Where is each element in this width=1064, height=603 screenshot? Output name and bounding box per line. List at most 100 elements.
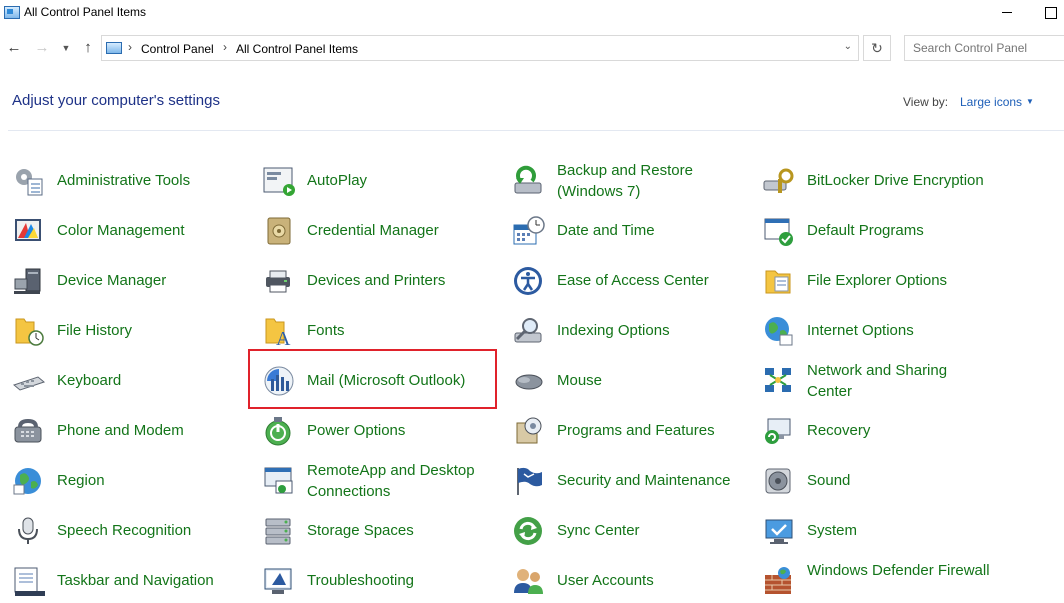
item-label[interactable]: Administrative Tools bbox=[57, 170, 190, 191]
mouse-icon bbox=[515, 374, 543, 390]
item-administrative-tools[interactable]: Administrative Tools bbox=[0, 155, 245, 205]
item-system[interactable]: System bbox=[750, 505, 995, 555]
view-by-value[interactable]: Large icons bbox=[960, 95, 1022, 109]
item-user-accounts[interactable]: User Accounts bbox=[500, 555, 745, 603]
item-security-maintenance[interactable]: Security and Maintenance bbox=[500, 455, 745, 505]
title-bar: All Control Panel Items bbox=[0, 0, 1064, 26]
item-label[interactable]: Troubleshooting bbox=[307, 570, 414, 591]
search-input[interactable] bbox=[904, 35, 1064, 61]
item-label[interactable]: Default Programs bbox=[807, 220, 924, 241]
item-speech-recognition[interactable]: Speech Recognition bbox=[0, 505, 245, 555]
item-label[interactable]: BitLocker Drive Encryption bbox=[807, 170, 984, 191]
breadcrumb-control-panel[interactable]: Control Panel bbox=[141, 42, 214, 56]
item-label[interactable]: Mouse bbox=[557, 370, 602, 391]
fonts-icon: A bbox=[265, 318, 291, 347]
item-label[interactable]: System bbox=[807, 520, 857, 541]
item-internet-options[interactable]: Internet Options bbox=[750, 305, 995, 355]
autoplay-icon bbox=[263, 167, 295, 196]
item-programs-features[interactable]: Programs and Features bbox=[500, 405, 745, 455]
item-phone-modem[interactable]: Phone and Modem bbox=[0, 405, 245, 455]
item-mail[interactable]: Mail (Microsoft Outlook) bbox=[250, 355, 495, 405]
address-bar[interactable]: › Control Panel › All Control Panel Item… bbox=[101, 35, 859, 61]
up-button[interactable]: ↑ bbox=[78, 37, 98, 59]
control-panel-icon bbox=[4, 6, 20, 19]
item-keyboard[interactable]: Keyboard bbox=[0, 355, 245, 405]
breadcrumb-separator-icon[interactable]: › bbox=[223, 40, 227, 54]
item-label[interactable]: Device Manager bbox=[57, 270, 166, 291]
item-label[interactable]: Fonts bbox=[307, 320, 345, 341]
file-history-icon bbox=[15, 318, 44, 346]
item-label[interactable]: Region bbox=[57, 470, 105, 491]
address-dropdown-icon[interactable]: ⌄ bbox=[844, 41, 852, 52]
item-label[interactable]: AutoPlay bbox=[307, 170, 367, 191]
item-sound[interactable]: Sound bbox=[750, 455, 995, 505]
item-label[interactable]: Power Options bbox=[307, 420, 405, 441]
item-power-options[interactable]: Power Options bbox=[250, 405, 495, 455]
item-label[interactable]: Storage Spaces bbox=[307, 520, 414, 541]
item-label[interactable]: Credential Manager bbox=[307, 220, 439, 241]
item-credential-manager[interactable]: Credential Manager bbox=[250, 205, 495, 255]
item-backup-restore[interactable]: Backup and Restore (Windows 7) bbox=[500, 155, 745, 205]
item-label[interactable]: Keyboard bbox=[57, 370, 121, 391]
item-label[interactable]: File History bbox=[57, 320, 132, 341]
item-ease-of-access[interactable]: Ease of Access Center bbox=[500, 255, 745, 305]
item-mouse[interactable]: Mouse bbox=[500, 355, 745, 405]
item-label[interactable]: Security and Maintenance bbox=[557, 470, 730, 491]
item-label[interactable]: Programs and Features bbox=[557, 420, 715, 441]
window-title: All Control Panel Items bbox=[24, 5, 147, 19]
breadcrumb-separator-icon[interactable]: › bbox=[128, 40, 132, 54]
item-label[interactable]: Sound bbox=[807, 470, 850, 491]
forward-button[interactable]: → bbox=[32, 37, 52, 59]
item-label[interactable]: Speech Recognition bbox=[57, 520, 191, 541]
item-label[interactable]: Sync Center bbox=[557, 520, 640, 541]
item-windows-firewall[interactable]: Windows Defender Firewall bbox=[750, 555, 995, 603]
item-remoteapp[interactable]: RemoteApp and Desktop Connections bbox=[250, 455, 495, 505]
item-label[interactable]: Backup and Restore (Windows 7) bbox=[557, 160, 742, 202]
chevron-down-icon[interactable]: ▼ bbox=[1026, 97, 1034, 106]
item-date-time[interactable]: Date and Time bbox=[500, 205, 745, 255]
item-label[interactable]: File Explorer Options bbox=[807, 270, 947, 291]
item-label[interactable]: Phone and Modem bbox=[57, 420, 184, 441]
minimize-button[interactable] bbox=[997, 3, 1017, 21]
item-label[interactable]: Recovery bbox=[807, 420, 870, 441]
item-network-sharing[interactable]: Network and Sharing Center bbox=[750, 355, 995, 405]
item-label[interactable]: Ease of Access Center bbox=[557, 270, 709, 291]
item-label[interactable]: Network and Sharing Center bbox=[807, 360, 992, 402]
recent-locations-button[interactable]: ▼ bbox=[58, 37, 74, 59]
item-storage-spaces[interactable]: Storage Spaces bbox=[250, 505, 495, 555]
breadcrumb-all-items[interactable]: All Control Panel Items bbox=[236, 42, 358, 56]
item-label[interactable]: User Accounts bbox=[557, 570, 654, 591]
item-region[interactable]: Region bbox=[0, 455, 245, 505]
item-label[interactable]: RemoteApp and Desktop Connections bbox=[307, 460, 492, 502]
item-label[interactable]: Devices and Printers bbox=[307, 270, 445, 291]
item-device-manager[interactable]: Device Manager bbox=[0, 255, 245, 305]
item-indexing-options[interactable]: Indexing Options bbox=[500, 305, 745, 355]
item-file-history[interactable]: File History bbox=[0, 305, 245, 355]
back-button[interactable]: ← bbox=[4, 37, 24, 59]
refresh-button[interactable]: ↻ bbox=[863, 35, 891, 61]
item-label[interactable]: Indexing Options bbox=[557, 320, 670, 341]
item-file-explorer-options[interactable]: File Explorer Options bbox=[750, 255, 995, 305]
view-by-dropdown[interactable]: Large icons ▼ bbox=[960, 95, 1034, 109]
item-label[interactable]: Date and Time bbox=[557, 220, 655, 241]
item-troubleshooting[interactable]: Troubleshooting bbox=[250, 555, 495, 603]
header-divider bbox=[8, 130, 1064, 131]
item-label[interactable]: Taskbar and Navigation bbox=[57, 570, 214, 591]
taskbar-navigation-icon bbox=[14, 567, 45, 596]
item-label[interactable]: Internet Options bbox=[807, 320, 914, 341]
item-color-management[interactable]: Color Management bbox=[0, 205, 245, 255]
item-label[interactable]: Windows Defender Firewall bbox=[807, 560, 992, 581]
item-recovery[interactable]: Recovery bbox=[750, 405, 995, 455]
item-default-programs[interactable]: Default Programs bbox=[750, 205, 995, 255]
item-autoplay[interactable]: AutoPlay bbox=[250, 155, 495, 205]
item-bitlocker[interactable]: BitLocker Drive Encryption bbox=[750, 155, 995, 205]
item-fonts[interactable]: A Fonts bbox=[250, 305, 495, 355]
item-sync-center[interactable]: Sync Center bbox=[500, 505, 745, 555]
item-taskbar-navigation[interactable]: Taskbar and Navigation bbox=[0, 555, 245, 603]
item-devices-printers[interactable]: Devices and Printers bbox=[250, 255, 495, 305]
item-label[interactable]: Color Management bbox=[57, 220, 185, 241]
item-label[interactable]: Mail (Microsoft Outlook) bbox=[307, 370, 465, 391]
bitlocker-icon bbox=[763, 168, 794, 193]
maximize-button[interactable] bbox=[1040, 3, 1060, 21]
mail-icon bbox=[264, 366, 294, 396]
